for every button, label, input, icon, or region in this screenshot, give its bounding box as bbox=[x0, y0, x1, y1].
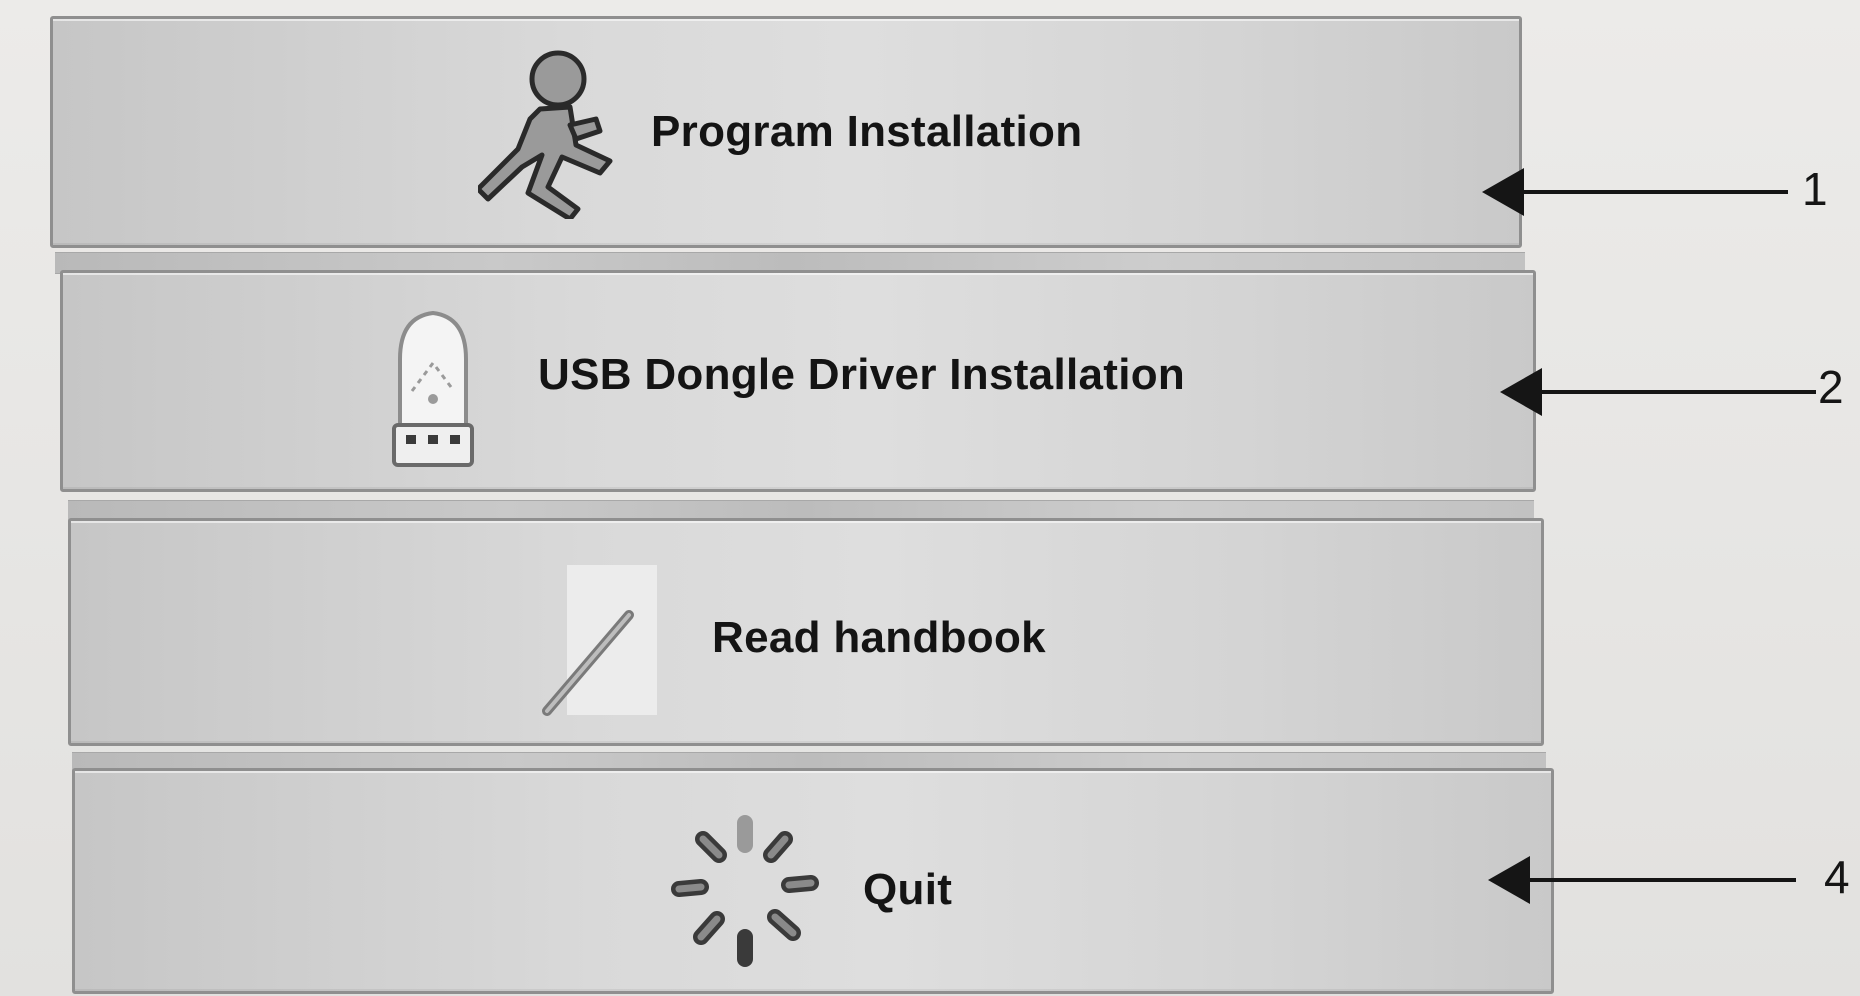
callout-arrowhead bbox=[1500, 368, 1542, 416]
read-handbook-button[interactable]: Read handbook bbox=[68, 518, 1544, 746]
installer-menu-sheet: Program Installation USB Dongle Driver I… bbox=[0, 0, 1860, 996]
quit-label: Quit bbox=[863, 865, 953, 914]
spinner-icon bbox=[665, 811, 825, 971]
callout-number-2: 2 bbox=[1818, 361, 1844, 413]
callout-line bbox=[1520, 190, 1788, 194]
callout-arrowhead bbox=[1482, 168, 1524, 216]
callout-line bbox=[1526, 878, 1796, 882]
callout-number-1: 1 bbox=[1802, 163, 1828, 215]
running-person-icon bbox=[478, 49, 618, 219]
usb-dongle-driver-installation-label: USB Dongle Driver Installation bbox=[538, 350, 1186, 399]
callout-arrowhead bbox=[1488, 856, 1530, 904]
program-installation-label: Program Installation bbox=[651, 107, 1083, 156]
pen-page-icon bbox=[537, 561, 657, 721]
usb-dongle-icon bbox=[388, 303, 478, 473]
quit-button[interactable]: Quit bbox=[72, 768, 1554, 994]
read-handbook-label: Read handbook bbox=[712, 613, 1046, 662]
usb-dongle-driver-installation-button[interactable]: USB Dongle Driver Installation bbox=[60, 270, 1536, 492]
callout-line bbox=[1538, 390, 1816, 394]
program-installation-button[interactable]: Program Installation bbox=[50, 16, 1522, 248]
callout-number-4: 4 bbox=[1824, 851, 1850, 903]
